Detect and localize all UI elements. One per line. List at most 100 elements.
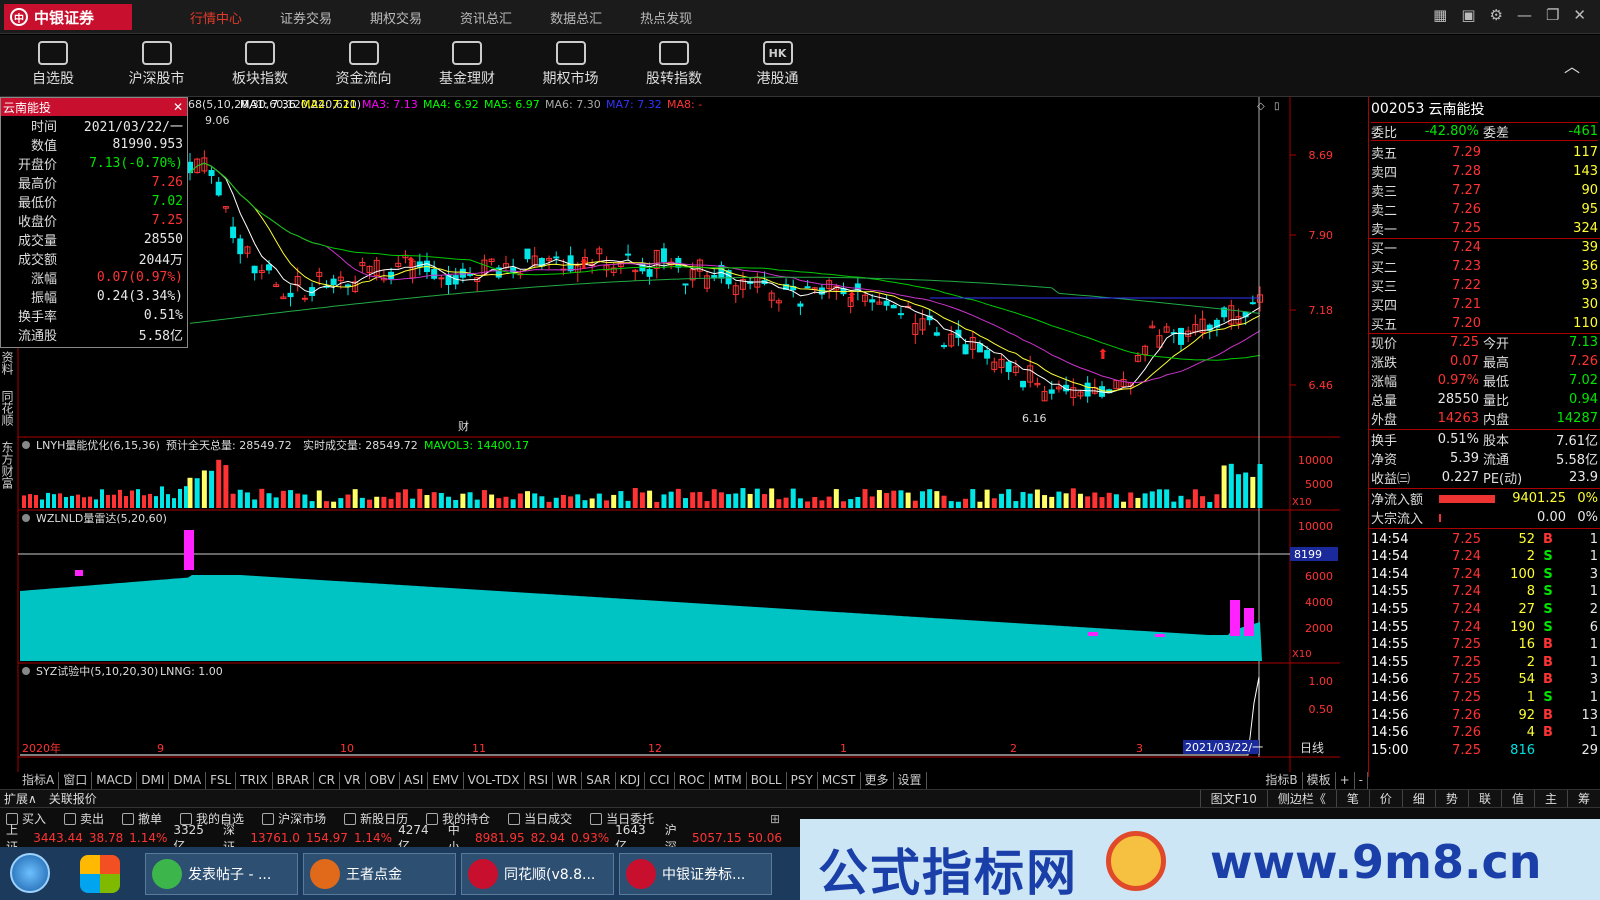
- indicator-tab-8[interactable]: CR: [314, 772, 340, 789]
- taskbar-item-2[interactable]: 同花顺(v8.8...: [461, 853, 614, 895]
- chart-icon[interactable]: ▣: [1461, 6, 1475, 24]
- title-bar: 中 中银证券 行情中心 证券交易 期权交易 资讯总汇 数据总汇 热点发现 ▦ ▣ ⚙ — …: [0, 0, 1600, 34]
- volume-bar: [1128, 492, 1134, 508]
- indicator-right-tab[interactable]: +: [1336, 772, 1355, 789]
- status-left-item[interactable]: 扩展∧: [4, 790, 43, 807]
- indicator-tab-5[interactable]: FSL: [206, 772, 237, 789]
- menu-item-0[interactable]: 行情中心: [190, 8, 242, 27]
- action-2[interactable]: 撤单: [122, 810, 162, 827]
- indicator-tab-20[interactable]: MTM: [710, 772, 747, 789]
- grid-icon[interactable]: ▦: [1433, 6, 1447, 24]
- status-right-item[interactable]: 价: [1368, 790, 1402, 807]
- indicator-tab-9[interactable]: VR: [340, 772, 366, 789]
- indicator-right-tab[interactable]: -: [1355, 772, 1368, 789]
- indicator-right-tab[interactable]: 指标B: [1261, 772, 1303, 789]
- indicator-tab-23[interactable]: MCST: [818, 772, 861, 789]
- start-button[interactable]: [10, 853, 50, 893]
- sell-row[interactable]: 卖二 7.26 95: [1371, 200, 1598, 219]
- taskbar-item-3[interactable]: 中银证券标...: [619, 853, 772, 895]
- status-right-item[interactable]: 势: [1434, 790, 1468, 807]
- menu-item-5[interactable]: 热点发现: [640, 8, 692, 27]
- kline-chart[interactable]: 68(5,10,20,30,60,120,240,610)MA1: 7.36 MA…: [0, 97, 1368, 772]
- action-1[interactable]: 卖出: [64, 810, 104, 827]
- expand-icon[interactable]: ⊞: [770, 812, 780, 826]
- menu-item-1[interactable]: 证券交易: [280, 8, 332, 27]
- menu-item-3[interactable]: 资讯总汇: [460, 8, 512, 27]
- toolbar-button-2[interactable]: 板块指数: [215, 41, 305, 88]
- indicator-tab-17[interactable]: KDJ: [616, 772, 646, 789]
- status-right-item[interactable]: 细: [1401, 790, 1435, 807]
- status-right-item[interactable]: 联: [1467, 790, 1501, 807]
- indicator-tab-15[interactable]: WR: [553, 772, 583, 789]
- status-left-item[interactable]: 关联报价: [49, 790, 103, 807]
- indicator-tab-2[interactable]: MACD: [92, 772, 138, 789]
- indicator-tab-4[interactable]: DMA: [169, 772, 207, 789]
- toolbar-button-3[interactable]: 资金流向: [319, 41, 409, 88]
- taskbar-label: 同花顺(v8.8...: [504, 867, 596, 883]
- indicator-tab-7[interactable]: BRAR: [273, 772, 315, 789]
- status-right-item[interactable]: 筹: [1566, 790, 1600, 807]
- toolbar-button-0[interactable]: 自选股: [8, 41, 98, 88]
- sell-row[interactable]: 卖一 7.25 324: [1371, 219, 1598, 238]
- menu-item-4[interactable]: 数据总汇: [550, 8, 602, 27]
- restore-icon[interactable]: ❐: [1546, 6, 1559, 24]
- indicator-tab-19[interactable]: ROC: [675, 772, 710, 789]
- taskbar-item-0[interactable]: 发表帖子 - ...: [145, 853, 298, 895]
- indicator-tab-13[interactable]: VOL-TDX: [464, 772, 525, 789]
- indicator-tab-3[interactable]: DMI: [137, 772, 170, 789]
- toolbar-button-4[interactable]: 基金理财: [422, 41, 512, 88]
- sell-row[interactable]: 卖五 7.29 117: [1371, 143, 1598, 162]
- side-tab-0[interactable]: 资料: [0, 346, 16, 380]
- buy-row[interactable]: 买四 7.21 30: [1371, 295, 1598, 314]
- indicator-tab-24[interactable]: 更多: [861, 772, 894, 789]
- chart-area[interactable]: 68(5,10,20,30,60,120,240,610) MA1: 7.36 MA…: [0, 97, 1368, 772]
- banner-logo: [1106, 831, 1166, 891]
- indicator-tab-14[interactable]: RSI: [525, 772, 554, 789]
- indicator-tab-12[interactable]: EMV: [428, 772, 464, 789]
- side-tab-1[interactable]: 同花顺10: [0, 384, 16, 432]
- info-row: 振幅 0.24(3.34%): [1, 287, 187, 306]
- buy-row[interactable]: 买三 7.22 93: [1371, 276, 1598, 295]
- status-right-item[interactable]: 主: [1533, 790, 1567, 807]
- toolbar-button-7[interactable]: HK 港股通: [733, 41, 823, 88]
- toolbar-button-6[interactable]: 股转指数: [629, 41, 719, 88]
- candle-body: [941, 345, 948, 348]
- buy-row[interactable]: 买一 7.24 39: [1371, 238, 1598, 257]
- indicator-tab-11[interactable]: ASI: [400, 772, 429, 789]
- minimize-icon[interactable]: —: [1517, 6, 1532, 24]
- indicator-tab-25[interactable]: 设置: [894, 772, 927, 789]
- buy-row[interactable]: 买五 7.20 110: [1371, 314, 1598, 333]
- close-icon[interactable]: ✕: [1573, 6, 1586, 24]
- indicator-tab-22[interactable]: PSY: [787, 772, 818, 789]
- close-icon[interactable]: ✕: [173, 100, 187, 114]
- status-right-item[interactable]: 值: [1500, 790, 1534, 807]
- toolbar-button-5[interactable]: 期权市场: [526, 41, 616, 88]
- status-right-item[interactable]: 图文F10: [1199, 790, 1267, 807]
- indicator-right-tab[interactable]: 模板: [1303, 772, 1336, 789]
- indicator-tab-0[interactable]: 指标A: [18, 772, 60, 789]
- taskbar-item-1[interactable]: 王者点金: [303, 853, 456, 895]
- toolbar-button-1[interactable]: 沪深股市: [112, 41, 202, 88]
- quote-label: 涨跌: [1371, 356, 1398, 371]
- sell-row[interactable]: 卖四 7.28 143: [1371, 162, 1598, 181]
- buy-row[interactable]: 买二 7.23 36: [1371, 257, 1598, 276]
- sell-row[interactable]: 卖三 7.27 90: [1371, 181, 1598, 200]
- indicator-tab-21[interactable]: BOLL: [747, 772, 787, 789]
- status-right-item[interactable]: 笔: [1335, 790, 1369, 807]
- action-7[interactable]: 当日成交: [508, 810, 572, 827]
- collapse-toolbar-icon[interactable]: ︿: [1564, 53, 1580, 77]
- menu-item-2[interactable]: 期权交易: [370, 8, 422, 27]
- indicator-tab-18[interactable]: CCI: [645, 772, 675, 789]
- side-tab-2[interactable]: 东方财富: [0, 440, 16, 490]
- gear-icon[interactable]: ⚙: [1490, 6, 1503, 24]
- period-label: 日线: [1300, 741, 1324, 755]
- indicator-tab-6[interactable]: TRIX: [236, 772, 273, 789]
- volume-bar: [1164, 489, 1170, 508]
- indicator-tab-1[interactable]: 窗口: [59, 772, 93, 789]
- indicator-tab-10[interactable]: OBV: [366, 772, 401, 789]
- index-value: 3443.44: [33, 831, 83, 845]
- app-launcher-icon[interactable]: [80, 855, 120, 893]
- action-4[interactable]: 沪深市场: [262, 810, 326, 827]
- status-right-item[interactable]: 侧边栏《: [1266, 790, 1336, 807]
- indicator-tab-16[interactable]: SAR: [582, 772, 616, 789]
